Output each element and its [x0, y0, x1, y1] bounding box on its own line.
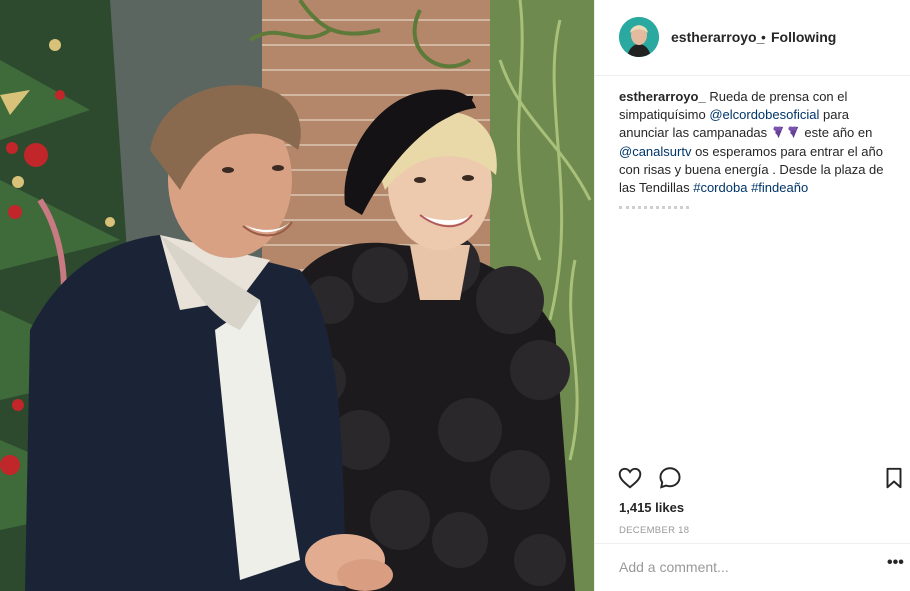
following-button[interactable]: Following: [771, 29, 836, 45]
photo-illustration: [0, 0, 594, 591]
comment-input[interactable]: [619, 556, 869, 578]
likes-count[interactable]: 1,415 likes: [619, 500, 684, 515]
bookmark-icon[interactable]: [881, 465, 907, 491]
avatar-image: [619, 17, 659, 57]
caption-mention[interactable]: @elcordobesoficial: [709, 107, 819, 122]
post-caption: estherarroyo_ Rueda de prensa con el sim…: [619, 88, 899, 197]
grape-emoji-icon: [773, 126, 783, 139]
heart-icon[interactable]: [617, 465, 643, 491]
caption-mention[interactable]: @canalsurtv: [619, 144, 691, 159]
post-date[interactable]: December 18: [619, 525, 689, 536]
post-side-panel: estherarroyo_ • Following estherarroyo_ …: [594, 0, 910, 591]
caption-hashtag[interactable]: #findeaño: [751, 180, 808, 195]
header-username[interactable]: estherarroyo_: [671, 29, 764, 45]
caption-text: este año en: [804, 125, 873, 141]
comment-icon[interactable]: [657, 465, 683, 491]
separator-dot: •: [761, 29, 766, 45]
post-header: estherarroyo_ • Following: [595, 0, 910, 76]
more-options-icon[interactable]: •••: [887, 555, 905, 576]
comment-bar: •••: [595, 543, 910, 591]
post-photo[interactable]: [0, 0, 594, 591]
grape-emoji-icon: [788, 126, 798, 139]
post-actions: [595, 455, 910, 495]
truncated-comment-peek: [619, 206, 689, 212]
caption-username[interactable]: estherarroyo_: [619, 89, 706, 104]
caption-hashtag[interactable]: #cordoba: [693, 180, 747, 195]
avatar[interactable]: [619, 17, 659, 57]
